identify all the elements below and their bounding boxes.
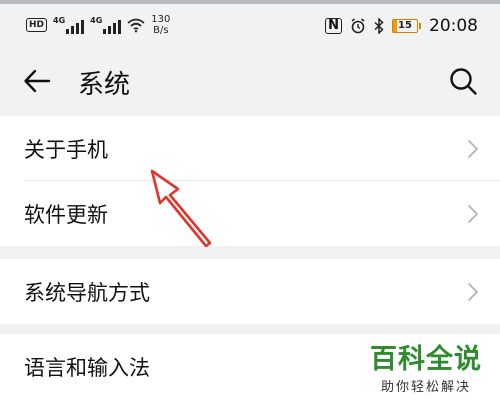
chevron-right-icon [468, 205, 478, 223]
alarm-clock-icon [351, 18, 365, 34]
app-header: 系统 [0, 52, 500, 114]
chevron-right-icon [468, 140, 478, 158]
settings-group-2: 系统导航方式 [0, 259, 500, 324]
search-icon[interactable] [448, 66, 478, 96]
settings-item-about-phone[interactable]: 关于手机 [0, 116, 500, 181]
settings-group-1: 关于手机 软件更新 [0, 116, 500, 246]
network-speed: 130 B/s [151, 14, 171, 36]
settings-item-software-update[interactable]: 软件更新 [0, 181, 500, 246]
settings-item-label: 系统导航方式 [24, 281, 150, 305]
bluetooth-icon [374, 18, 384, 34]
battery-icon: 15 [392, 19, 421, 33]
arrow-left-icon[interactable] [22, 66, 52, 96]
watermark-title: 百科全说 [370, 344, 482, 375]
hd-voice-icon: HD [26, 18, 48, 32]
signal-icon-sim2: 4G [90, 16, 122, 34]
page-title: 系统 [78, 70, 131, 100]
signal-icon-sim1: 4G [53, 16, 85, 34]
status-bar: HD 4G 4G 130 B/s N 15 20:08 [0, 4, 500, 52]
wifi-icon [127, 18, 145, 33]
settings-item-label: 软件更新 [24, 203, 108, 227]
settings-item-navigation[interactable]: 系统导航方式 [0, 259, 500, 324]
clock-time: 20:08 [429, 16, 478, 36]
nfc-icon: N [325, 18, 342, 34]
red-pointer-arrow-icon [150, 169, 212, 247]
chevron-right-icon [468, 283, 478, 301]
watermark-subtitle: 助你轻松解决 [380, 380, 471, 395]
settings-item-label: 语言和输入法 [24, 356, 150, 380]
watermark: 百科全说 助你轻松解决 [370, 344, 482, 395]
settings-item-label: 关于手机 [24, 138, 108, 162]
